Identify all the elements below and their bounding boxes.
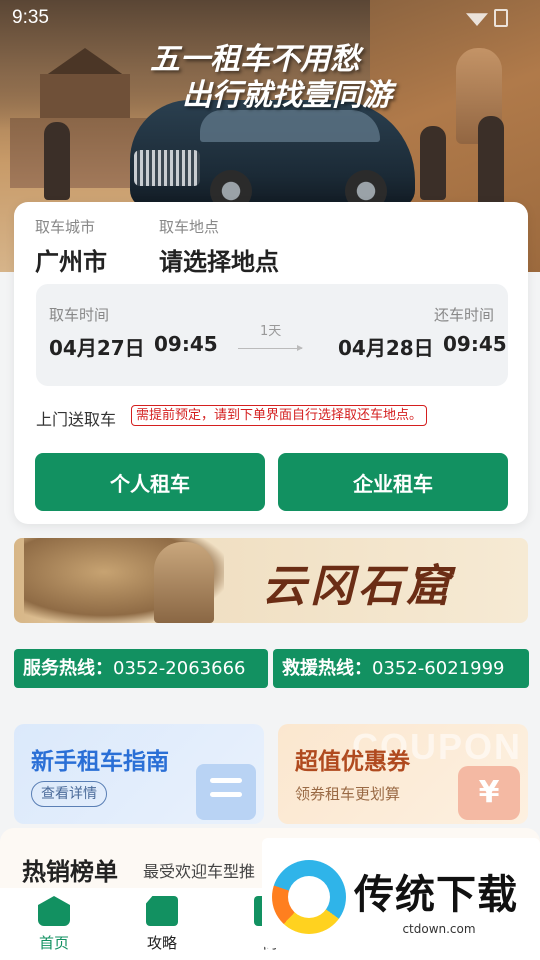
- return-time-label: 还车时间: [433, 306, 494, 324]
- hero-person: [420, 126, 446, 200]
- tab-guide-label: 攻略: [146, 934, 177, 952]
- pickup-location-label: 取车地点: [159, 218, 220, 236]
- door-delivery-label[interactable]: 上门送取车: [36, 406, 116, 430]
- site-watermark: 传统下载 ctdown.com: [262, 838, 540, 948]
- coupon-subtitle: 领券租车更划算: [295, 785, 401, 803]
- rescue-hotline-number: 0352-6021999: [372, 658, 505, 679]
- hero-slogan: 五一租车不用愁 出行就找壹同游: [150, 42, 400, 114]
- return-date[interactable]: 04月28日: [338, 332, 434, 361]
- rescue-hotline[interactable]: 救援热线：0352-6021999: [273, 649, 529, 688]
- ranking-subtitle: 最受欢迎车型推: [143, 862, 256, 881]
- hero-slogan-line1: 五一租车不用愁: [150, 42, 360, 77]
- wifi-icon: [466, 13, 488, 26]
- status-bar: 9:35: [0, 0, 540, 36]
- delivery-tip-badge: 需提前预定，请到下单界面自行选择取还车地点。: [131, 405, 428, 426]
- coupon-title: 超值优惠券: [295, 749, 410, 775]
- enterprise-rental-button[interactable]: 企业租车: [278, 453, 508, 511]
- guide-document-icon: [196, 764, 256, 820]
- pickup-location-selector[interactable]: 请选择地点: [159, 242, 279, 277]
- pickup-city-label: 取车城市: [35, 218, 96, 236]
- rescue-hotline-label: 救援热线：: [282, 658, 372, 679]
- booking-card: 取车城市 广州市 取车地点 请选择地点 取车时间 04月27日 09:45 1天…: [14, 202, 528, 524]
- banner-buddha-image: [154, 542, 214, 623]
- watermark-brand: 传统下载: [354, 872, 518, 918]
- duration-arrow-icon: [238, 345, 303, 351]
- view-details-button[interactable]: 查看详情: [31, 781, 107, 807]
- watermark-logo-icon: [272, 860, 346, 934]
- pickup-time-label: 取车时间: [49, 306, 110, 324]
- service-hotline-number: 0352-2063666: [113, 658, 246, 679]
- rental-time-selector[interactable]: 取车时间 04月27日 09:45 1天 还车时间 04月28日 09:45: [36, 284, 508, 386]
- tab-home[interactable]: 首页: [0, 888, 108, 960]
- pickup-time[interactable]: 09:45: [154, 332, 218, 356]
- watermark-url: ctdown.com: [402, 922, 476, 936]
- service-hotline[interactable]: 服务热线：0352-2063666: [14, 649, 268, 688]
- tab-guide[interactable]: 攻略: [108, 888, 216, 960]
- pickup-date[interactable]: 04月27日: [49, 332, 145, 361]
- yungang-grottoes-banner[interactable]: 云冈石窟: [14, 538, 528, 623]
- status-icons: [466, 9, 508, 27]
- pickup-city-selector[interactable]: 广州市: [35, 242, 107, 277]
- battery-icon: [494, 9, 508, 27]
- home-icon: [38, 896, 70, 926]
- banner-title: 云冈石窟: [262, 561, 454, 612]
- return-time[interactable]: 09:45: [443, 332, 507, 356]
- personal-rental-button[interactable]: 个人租车: [35, 453, 265, 511]
- guide-title: 新手租车指南: [31, 749, 169, 775]
- new-user-guide-card[interactable]: 新手租车指南 查看详情: [14, 724, 264, 824]
- status-time: 9:35: [12, 7, 49, 28]
- hero-slogan-line2: 出行就找壹同游: [182, 78, 392, 113]
- service-hotline-label: 服务热线：: [23, 658, 113, 679]
- coupon-card[interactable]: COUPON 超值优惠券 领券租车更划算 ¥: [278, 724, 528, 824]
- tab-home-label: 首页: [38, 934, 69, 952]
- hero-person: [478, 116, 504, 206]
- ranking-title: 热销榜单: [22, 858, 118, 886]
- hero-person: [44, 122, 70, 200]
- guide-icon: [146, 896, 178, 926]
- rental-duration: 1天: [260, 324, 282, 339]
- coupon-yen-icon: ¥: [458, 766, 520, 820]
